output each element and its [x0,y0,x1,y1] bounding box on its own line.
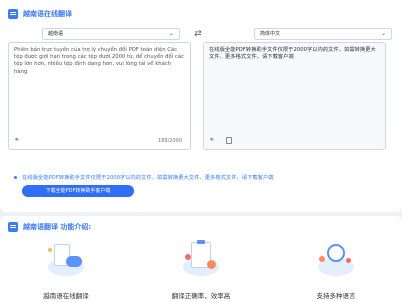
feature-item: 翻译正确率，效率高 [161,240,241,302]
download-client-button[interactable]: 下载全能PDF转换助手客户端 [22,185,134,197]
translation-output-panel: 在线版全能PDF转换助手文件仅限于2000字以内的文件，如需转换更大文件、更多格… [203,42,386,150]
target-language-select[interactable]: 简体中文 ⌄ [254,28,392,40]
feature-label: 越南语在线翻译 [43,292,89,300]
source-language-select[interactable]: 越南语 ⌄ [42,28,180,40]
intro-title: 越南语翻译 功能介绍: [23,223,92,231]
swap-languages-icon[interactable]: ⇄ [190,28,206,40]
source-text-panel[interactable]: Phiên bản trực tuyến của trợ lý chuyển đ… [8,42,191,150]
chevron-down-icon: ⌄ [380,30,386,37]
intro-title-row: 越南语翻译 功能介绍: [8,222,91,232]
translation-output-text: 在线版全能PDF转换助手文件仅限于2000字以内的文件，如需转换更大文件、更多格… [209,47,376,61]
source-textarea[interactable]: Phiên bản trực tuyến của trợ lý chuyển đ… [14,47,185,76]
page-title: 越南语在线翻译 [23,10,72,18]
feature-label: 翻译正确率，效率高 [171,292,231,300]
speaker-icon[interactable]: 🔊︎ [210,136,214,144]
feature-list: 越南语在线翻译 翻译正确率，效率高 支持多种语言 [0,240,402,302]
limit-notice-text: 在线版全能PDF转换助手文件仅限于2000字以内的文件，如需转换更大文件、更多格… [22,175,274,181]
character-counter: 189/2000 [158,138,182,144]
translator-card: 越南语在线翻译 越南语 ⌄ ⇄ 简体中文 ⌄ Phiên bản trực tu… [0,0,402,212]
document-icon [8,9,18,19]
document-icon [8,222,18,232]
source-language-value: 越南语 [48,31,64,37]
chevron-down-icon: ⌄ [168,30,174,37]
cloud-document-icon [40,240,92,280]
globe-language-icon [310,240,362,280]
bullet-icon [14,175,17,179]
speaker-icon[interactable]: 🔊︎ [15,136,19,144]
feature-label: 支持多种语言 [316,292,356,300]
copy-icon[interactable] [226,137,232,144]
feature-item: 越南语在线翻译 [26,240,106,302]
target-language-value: 简体中文 [260,31,281,37]
page-title-row: 越南语在线翻译 [8,9,72,19]
limit-notice: 在线版全能PDF转换助手文件仅限于2000字以内的文件，如需转换更大文件、更多格… [14,173,274,181]
feature-item: 支持多种语言 [296,240,376,302]
clipboard-check-icon [175,240,227,280]
